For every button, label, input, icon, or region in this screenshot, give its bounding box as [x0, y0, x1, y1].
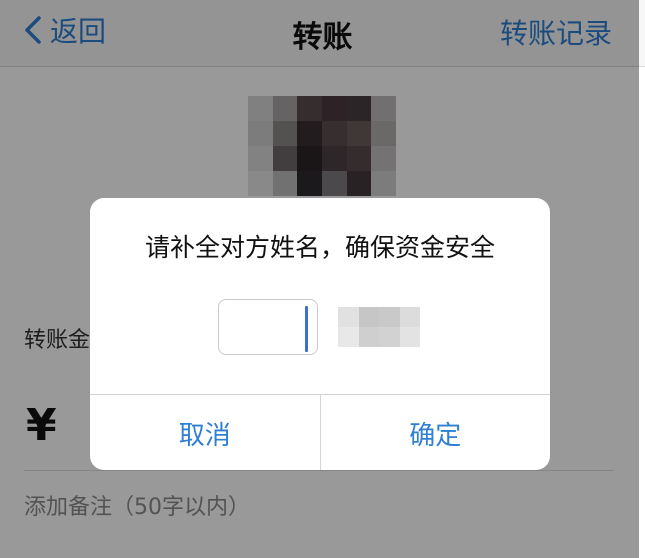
text-cursor — [305, 306, 308, 352]
dialog-actions: 取消 确定 — [90, 394, 550, 470]
surname-input[interactable] — [218, 299, 318, 355]
cancel-button[interactable]: 取消 — [90, 395, 320, 470]
page-edge — [639, 0, 645, 558]
name-completion-row — [218, 298, 420, 356]
confirm-name-dialog: 请补全对方姓名，确保资金安全 取消 确定 — [90, 198, 550, 470]
confirm-button[interactable]: 确定 — [321, 395, 551, 470]
masked-recipient-name — [338, 307, 420, 347]
dialog-message: 请补全对方姓名，确保资金安全 — [144, 233, 495, 262]
